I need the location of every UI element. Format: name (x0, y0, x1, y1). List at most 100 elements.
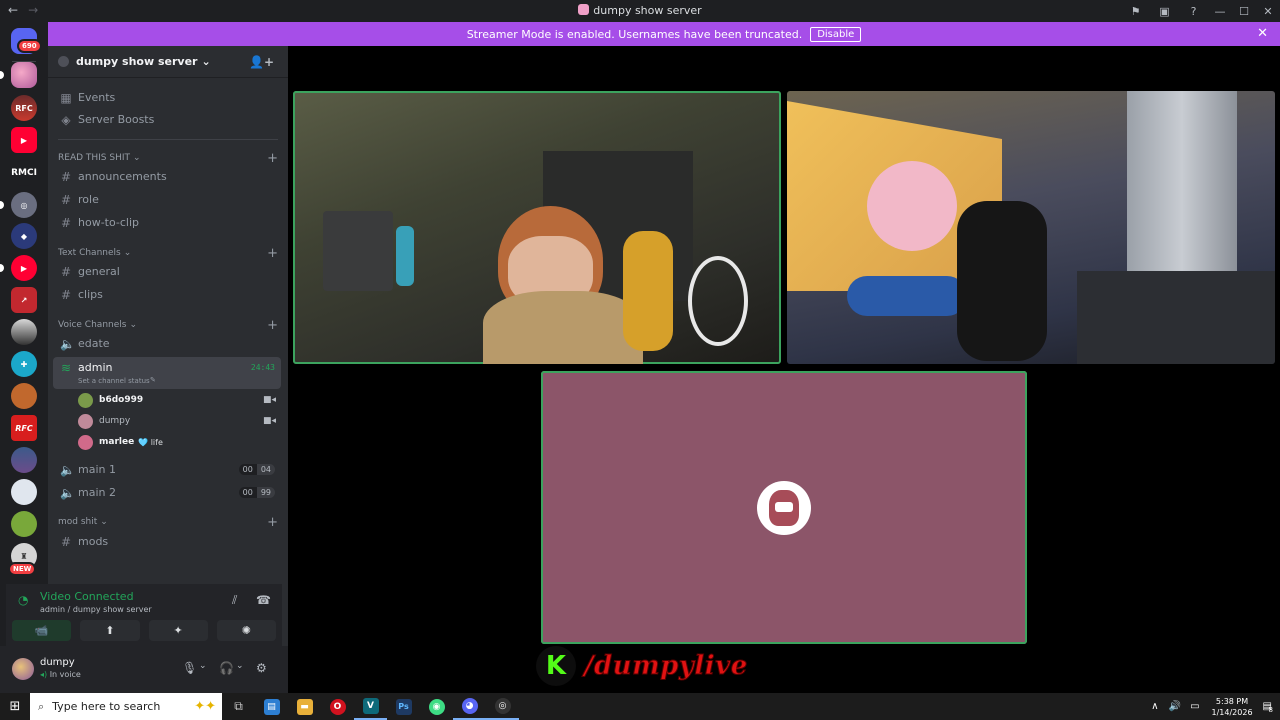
network-icon[interactable]: ▭ (1190, 701, 1199, 712)
server-cartoon-icon[interactable] (11, 383, 37, 409)
server-header[interactable]: dumpy show server ⌄ 👤+ (48, 46, 288, 78)
bed-shape (1077, 271, 1275, 364)
unread-pill (0, 71, 4, 79)
screen-share-button[interactable]: ⬆ (80, 620, 140, 641)
taskbar-search[interactable]: ⌕ Type here to search ✦✦ (30, 693, 222, 720)
server-rally-icon[interactable]: ◎ (11, 192, 37, 218)
help-icon[interactable]: ? (1179, 5, 1208, 18)
server-rfc-icon[interactable]: RFC (11, 95, 37, 121)
streamer-mode-banner: Streamer Mode is enabled. Usernames have… (48, 22, 1280, 46)
voice-status[interactable]: Video Connected (40, 590, 134, 603)
system-tray: ∧ 🔊 ▭ 5:38 PM 1/14/2026 ▤ 8 (1146, 693, 1280, 720)
maximize-button[interactable]: ☐ (1232, 5, 1256, 18)
video-tile-b6do999[interactable] (293, 91, 781, 364)
video-tile-dumpy[interactable] (787, 91, 1275, 364)
add-channel-icon[interactable]: + (267, 151, 278, 166)
notification-icon[interactable]: ▤ 8 (1263, 701, 1273, 714)
video-tile-marlee[interactable] (541, 371, 1027, 644)
file-explorer-icon[interactable]: ▬ (288, 693, 321, 720)
category-voice-channels[interactable]: Voice Channels ⌄ + (58, 318, 278, 333)
soundboard-button[interactable]: ✺ (216, 620, 276, 641)
camera-button[interactable]: 📹 (12, 620, 72, 641)
category-text-channels[interactable]: Text Channels ⌄ + (58, 246, 278, 261)
server-rfc-alt-icon[interactable]: RFC (11, 415, 37, 441)
sidebar-item-events[interactable]: ▦ Events (53, 87, 281, 108)
store-icon[interactable]: ▤ (255, 693, 288, 720)
close-banner-icon[interactable]: ✕ (1257, 26, 1268, 41)
server-crest-icon[interactable]: ◆ (11, 223, 37, 249)
add-channel-icon[interactable]: + (267, 246, 278, 261)
opera-icon[interactable]: O (321, 693, 354, 720)
clock[interactable]: 5:38 PM 1/14/2026 (1212, 696, 1253, 718)
server-lifebuoy-icon[interactable]: ✚ (11, 351, 37, 377)
windows-start-icon[interactable]: ⊞ (0, 699, 30, 714)
microphone-icon[interactable]: 🎙 (182, 661, 197, 675)
chair-shape (623, 231, 673, 351)
category-label: mod shit (58, 517, 98, 527)
vegas-icon[interactable]: V (354, 693, 387, 720)
sidebar-item-server-boosts[interactable]: ◈ Server Boosts (53, 109, 281, 130)
voice-channel-main-2[interactable]: 🔈 main 2 00 99 (53, 482, 281, 503)
channel-label: admin (78, 361, 113, 374)
channel-how-to-clip[interactable]: # how-to-clip (53, 212, 281, 233)
close-button[interactable]: ✕ (1256, 5, 1280, 18)
category-label: Text Channels (58, 248, 121, 258)
disconnect-icon[interactable]: ☎ (256, 593, 271, 607)
server-sneaker-icon[interactable] (11, 479, 37, 505)
android-icon[interactable]: ◉ (420, 693, 453, 720)
gear-icon[interactable]: ⚙ (256, 661, 267, 675)
avatar[interactable] (12, 658, 34, 680)
discord-icon[interactable]: ◕ (453, 693, 486, 720)
server-rmci-icon[interactable]: RMCI (11, 160, 37, 186)
headphones-icon[interactable]: 🎧 (219, 661, 234, 675)
tray-arrow-icon[interactable]: ∧ (1151, 701, 1158, 712)
server-dumpy-icon[interactable] (11, 62, 37, 88)
user-count: 00 (238, 464, 257, 475)
add-channel-icon[interactable]: + (267, 515, 278, 530)
server-chart-icon[interactable]: ↗ (11, 287, 37, 313)
voice-channel-edate[interactable]: 🔈 edate (53, 333, 281, 354)
user-status-text: In voice (49, 670, 81, 679)
member-name: dumpy (99, 416, 131, 426)
server-portrait-icon[interactable] (11, 447, 37, 473)
voice-timer: 24:43 (250, 363, 275, 372)
volume-icon[interactable]: 🔊 (1169, 701, 1181, 712)
server-youtube-icon[interactable]: ▶ (11, 127, 37, 153)
activities-button[interactable]: ✦ (148, 620, 208, 641)
set-channel-status[interactable]: Set a channel status (78, 377, 150, 385)
channel-announcements[interactable]: # announcements (53, 166, 281, 187)
channel-general[interactable]: # general (53, 261, 281, 282)
voice-member[interactable]: dumpy ■◂ (78, 411, 278, 431)
disable-streamer-mode-button[interactable]: Disable (810, 26, 862, 42)
person-coat-shape (483, 291, 643, 364)
voice-member[interactable]: marlee 🩵 life (78, 432, 278, 452)
task-view-icon[interactable]: ⧉ (222, 693, 255, 720)
server-green-icon[interactable] (11, 511, 37, 537)
voice-member[interactable]: b6do999 ■◂ (78, 390, 278, 410)
category-mod-shit[interactable]: mod shit ⌄ + (58, 515, 278, 530)
voice-channel-main-1[interactable]: 🔈 main 1 00 04 (53, 459, 281, 480)
stream-handle: /dumpylive (584, 651, 748, 682)
category-read-this[interactable]: READ THIS SHIT ⌄ + (58, 151, 278, 166)
window-title-text: dumpy show server (593, 4, 702, 17)
noise-suppression-icon[interactable]: ⫽ (232, 593, 237, 608)
obs-icon[interactable]: ◎ (486, 693, 519, 720)
member-name: b6do999 (99, 395, 144, 405)
inbox-flag-icon[interactable]: ⚑ (1121, 5, 1150, 18)
channel-clips[interactable]: # clips (53, 284, 281, 305)
minimize-button[interactable]: — (1208, 5, 1232, 18)
chevron-down-icon[interactable]: ⌄ (199, 661, 207, 671)
server-anime-icon[interactable] (11, 319, 37, 345)
invite-icon[interactable]: 👤+ (249, 55, 274, 69)
photoshop-icon[interactable]: Ps (387, 693, 420, 720)
chevron-down-icon[interactable]: ⌄ (236, 661, 244, 671)
camera-icon: ■◂ (262, 395, 276, 405)
channel-role[interactable]: # role (53, 189, 281, 210)
screen-share-icon[interactable]: ▣ (1150, 5, 1179, 18)
user-limit: 04 (256, 464, 275, 475)
voice-channel-admin[interactable]: ≋ admin 24:43 Set a channel status ✎ (53, 357, 281, 389)
add-channel-icon[interactable]: + (267, 318, 278, 333)
channel-mods[interactable]: # mods (53, 531, 281, 552)
pencil-icon: ✎ (150, 376, 156, 384)
server-youtube-red-icon[interactable]: ▶ (11, 255, 37, 281)
